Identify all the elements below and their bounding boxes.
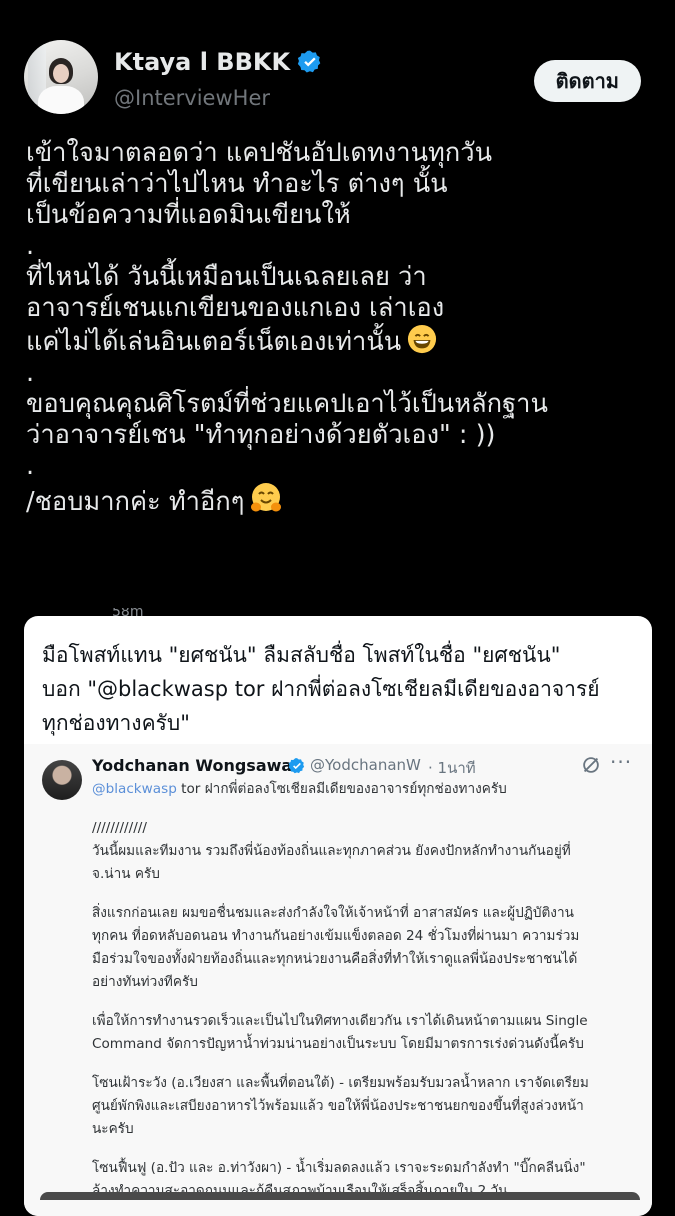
paragraph-line: วันนี้ผมและทีมงาน รวมถึงพี่น้องท้องถิ่นแ… — [92, 843, 571, 859]
tweet-line: ที่ไหนได้ วันนี้เหมือนเป็นเฉลยเลย ว่า — [26, 262, 427, 292]
tweet-line: เป็นข้อความที่แอดมินเขียนให้ — [26, 200, 351, 230]
paragraph-line: โซนฟื้นฟู (อ.ปัว และ อ.ท่าวังผา) - น้ำเร… — [92, 1160, 586, 1176]
grinning-face-icon — [408, 324, 437, 354]
inner-time: · 1นาที — [428, 759, 476, 777]
tweet-line: อาจารย์เชนแกเขียนของแกเอง เล่าเอง — [26, 293, 445, 323]
display-name[interactable]: Ktaya l BBKK — [114, 48, 290, 76]
tweet-header: Ktaya l BBKK @InterviewHer ติดตาม — [24, 40, 651, 116]
inner-post-body: @blackwasp tor ฝากพี่ต่อลงโซเชียลมีเดียข… — [92, 778, 652, 1203]
inner-avatar — [42, 760, 82, 800]
tweet-text: เข้าใจมาตลอดว่า แคปชันอัปเดทงานทุกวัน ที… — [26, 138, 666, 518]
inner-handle: @YodchananW — [310, 756, 421, 774]
more-icon: ··· — [610, 750, 633, 774]
tweet-line: ที่เขียนเล่าว่าไปไหน ทำอะไร ต่างๆ นั้น — [26, 169, 448, 199]
tweet-line: /ชอบมากค่ะ ทำอีกๆ — [26, 482, 666, 518]
tweet-line: ว่าอาจารย์เชน "ทำทุกอย่างด้วยตัวเอง" : )… — [26, 420, 496, 450]
tweet-line: เข้าใจมาตลอดว่า แคปชันอัปเดทงานทุกวัน — [26, 138, 492, 168]
headline-line: บอก "@blackwasp tor ฝากพี่ต่อลงโซเชียลมี… — [42, 677, 600, 701]
paragraph-line: ทุกคน ที่อดหลับอดนอน ทำงานกันอย่างเข้มแข… — [92, 928, 580, 944]
grok-icon — [583, 757, 599, 773]
tweet-line: แค่ไม่ได้เล่นอินเตอร์เน็ตเองเท่านั้น — [26, 324, 666, 358]
headline-line: มือโพสท์แทน "ยศชนัน" ลืมสลับชื่อ โพสท์ใน… — [42, 643, 561, 667]
tweet-line: . — [26, 231, 35, 261]
paragraph-line: โซนเฝ้าระวัง (อ.เวียงสา และพื้นที่ตอนใต้… — [92, 1075, 589, 1091]
headline-line: ทุกช่องทางครับ" — [42, 711, 190, 735]
paragraph-line: ศูนย์พักพิงและเสบียงอาหารไว้พร้อมแล้ว ขอ… — [92, 1098, 584, 1114]
mention-link: @blackwasp — [92, 781, 177, 797]
hugging-face-icon — [251, 483, 282, 512]
quoted-image-card[interactable]: มือโพสท์แทน "ยศชนัน" ลืมสลับชื่อ โพสท์ใน… — [24, 616, 652, 1216]
paragraph-line: นะครับ — [92, 1121, 134, 1137]
inner-verified-icon — [288, 758, 305, 774]
paragraph-line: จ.น่าน ครับ — [92, 866, 160, 882]
embedded-post-screenshot: Yodchanan Wongsawat @YodchananW · 1นาที … — [24, 744, 652, 1216]
paragraph-line: มือร่วมใจของทั้งฝ่ายท้องถิ่นและทุกหน่วยง… — [92, 951, 578, 967]
paragraph-line: อย่างทันท่วงทีครับ — [92, 974, 198, 990]
tweet-line: . — [26, 451, 35, 481]
paragraph-line: เพื่อให้การทำงานรวดเร็วและเป็นไปในทิศทาง… — [92, 1013, 588, 1029]
tweet-line: ขอบคุณคุณศิโรตม์ที่ช่วยแคปเอาไว้เป็นหลัก… — [26, 389, 548, 419]
user-handle[interactable]: @InterviewHer — [114, 86, 270, 110]
bottom-bar — [40, 1192, 640, 1200]
paragraph-line: สิ่งแรกก่อนเลย ผมขอชื่นชมและส่งกำลังใจให… — [92, 905, 574, 921]
separator-text: //////////// — [92, 820, 147, 836]
avatar[interactable] — [24, 40, 98, 114]
paragraph-line: Command จัดการปัญหาน้ำท่วมน่านอย่างเป็นร… — [92, 1036, 584, 1052]
inner-display-name: Yodchanan Wongsawat — [92, 756, 300, 775]
verified-badge-icon — [297, 50, 321, 73]
tweet-line: . — [26, 358, 35, 388]
card-headline: มือโพสท์แทน "ยศชนัน" ลืมสลับชื่อ โพสท์ใน… — [42, 638, 642, 740]
follow-button[interactable]: ติดตาม — [533, 60, 641, 102]
